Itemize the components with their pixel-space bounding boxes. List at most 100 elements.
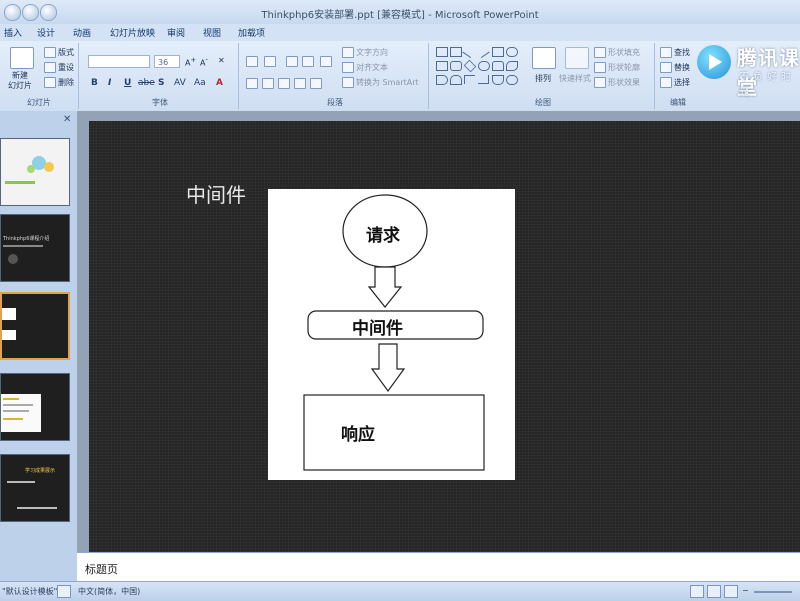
slide-thumbnail-2[interactable]: Thinkphp6课程介绍: [0, 214, 70, 282]
shape-effects-icon: [594, 77, 606, 88]
notes-text[interactable]: 标题页: [85, 561, 118, 577]
decrease-indent-icon[interactable]: [286, 56, 300, 67]
shadow-button[interactable]: S: [158, 78, 164, 88]
new-slide-icon[interactable]: [10, 47, 34, 69]
layout-button[interactable]: 版式: [44, 47, 74, 58]
shape-effects-label: 形状效果: [608, 78, 640, 87]
slide-sorter-icon[interactable]: [707, 585, 721, 598]
replace-icon: [660, 62, 672, 73]
align-text-label: 对齐文本: [356, 63, 388, 72]
clear-format-icon[interactable]: ✕: [218, 56, 225, 65]
align-left-icon[interactable]: [246, 78, 260, 89]
font-group: 36 A+ A- ✕ B I U abe S AV Aa A 字体: [82, 43, 239, 109]
shapes-gallery[interactable]: [436, 44, 522, 89]
bold-button[interactable]: B: [91, 78, 98, 88]
font-size-combo[interactable]: 36: [154, 55, 180, 68]
notes-pane[interactable]: 标题页: [77, 552, 800, 581]
italic-button[interactable]: I: [108, 78, 111, 88]
arrow-down-icon: [370, 343, 406, 393]
delete-button[interactable]: 删除: [44, 77, 74, 88]
char-spacing-button[interactable]: AV: [174, 78, 186, 88]
tab-slideshow[interactable]: 幻灯片放映: [110, 26, 155, 39]
paragraph-group-label: 段落: [327, 98, 343, 107]
slide-thumbnail-5[interactable]: 学习成果展示: [0, 454, 70, 522]
editing-group: 查找 替换 选择 编辑: [658, 43, 698, 109]
drawing-group-label: 绘图: [535, 98, 551, 107]
editing-group-label: 编辑: [670, 98, 686, 107]
tab-design[interactable]: 设计: [37, 26, 55, 39]
layout-icon: [44, 47, 56, 58]
zoom-out-icon[interactable]: −: [742, 586, 749, 595]
tab-view[interactable]: 视图: [203, 26, 221, 39]
align-text-button[interactable]: 对齐文本: [342, 62, 388, 73]
slide-thumbnail-3[interactable]: [0, 292, 70, 360]
slide-thumbnail-1[interactable]: [0, 138, 70, 206]
tab-review[interactable]: 审阅: [167, 26, 185, 39]
select-label: 选择: [674, 78, 690, 87]
tab-insert[interactable]: 插入: [4, 26, 22, 39]
close-icon[interactable]: ✕: [63, 114, 71, 125]
new-slide-button[interactable]: 新建 幻灯片: [8, 71, 32, 91]
request-label: 请求: [366, 226, 400, 246]
slide-editing-area: 中间件 请求 中间件 响应: [77, 111, 800, 552]
shrink-font-icon[interactable]: A-: [200, 56, 208, 68]
middleware-diagram[interactable]: 请求 中间件 响应: [268, 189, 515, 480]
align-text-icon: [342, 62, 354, 73]
font-name-combo[interactable]: [88, 55, 150, 68]
slide-title[interactable]: 中间件: [186, 179, 246, 208]
normal-view-icon[interactable]: [690, 585, 704, 598]
strikethrough-button[interactable]: abe: [138, 78, 155, 88]
change-case-button[interactable]: Aa: [194, 78, 206, 88]
find-label: 查找: [674, 48, 690, 57]
grow-font-icon[interactable]: A+: [185, 56, 196, 68]
text-direction-button[interactable]: 文字方向: [342, 47, 388, 58]
select-icon: [660, 77, 672, 88]
watermark-sub: 不负好时光: [739, 72, 795, 98]
underline-button[interactable]: U: [124, 78, 131, 88]
window-title: Thinkphp6安装部署.ppt [兼容模式] - Microsoft Pow…: [261, 10, 539, 21]
replace-button[interactable]: 替换: [660, 62, 690, 73]
line-spacing-icon[interactable]: [320, 56, 334, 67]
font-color-button[interactable]: A: [216, 78, 223, 88]
columns-icon[interactable]: [310, 78, 324, 89]
align-right-icon[interactable]: [278, 78, 292, 89]
response-box: [303, 394, 485, 471]
tab-addins[interactable]: 加载项: [238, 26, 265, 39]
slides-group: 新建 幻灯片 版式 重设 删除 幻灯片: [0, 43, 79, 109]
smartart-button[interactable]: 转换为 SmartArt: [342, 77, 419, 88]
bullets-icon[interactable]: [246, 56, 260, 67]
select-button[interactable]: 选择: [660, 77, 690, 88]
reset-label: 重设: [58, 63, 74, 72]
quick-styles-icon[interactable]: [565, 47, 589, 69]
slideshow-icon[interactable]: [724, 585, 738, 598]
numbering-icon[interactable]: [264, 56, 278, 67]
spellcheck-icon[interactable]: [57, 585, 71, 598]
quick-styles-button[interactable]: 快速样式: [559, 73, 591, 84]
justify-icon[interactable]: [294, 78, 308, 89]
align-center-icon[interactable]: [262, 78, 276, 89]
ribbon-tabs: 插入 设计 动画 幻灯片放映 审阅 视图 加载项: [0, 24, 800, 41]
slide-thumbnail-4[interactable]: [0, 373, 70, 441]
play-logo-icon: [697, 45, 731, 79]
increase-indent-icon[interactable]: [302, 56, 316, 67]
find-icon: [660, 47, 672, 58]
arrange-button[interactable]: 排列: [535, 73, 551, 84]
status-bar: "默认设计模板" 中文(简体，中国) −: [0, 581, 800, 601]
shape-outline-label: 形状轮廓: [608, 63, 640, 72]
find-button[interactable]: 查找: [660, 47, 690, 58]
slides-group-label: 幻灯片: [27, 98, 51, 107]
arrow-down-icon: [367, 266, 403, 308]
tab-animation[interactable]: 动画: [73, 26, 91, 39]
text-direction-icon: [342, 47, 354, 58]
arrange-icon[interactable]: [532, 47, 556, 69]
language-status[interactable]: 中文(简体，中国): [78, 586, 140, 597]
replace-label: 替换: [674, 63, 690, 72]
shape-outline-button[interactable]: 形状轮廓: [594, 62, 640, 73]
reset-button[interactable]: 重设: [44, 62, 74, 73]
shape-effects-button[interactable]: 形状效果: [594, 77, 640, 88]
reset-icon: [44, 62, 56, 73]
current-slide[interactable]: 中间件 请求 中间件 响应: [89, 121, 800, 552]
zoom-slider[interactable]: [754, 591, 792, 593]
shape-fill-button[interactable]: 形状填充: [594, 47, 640, 58]
layout-label: 版式: [58, 48, 74, 57]
